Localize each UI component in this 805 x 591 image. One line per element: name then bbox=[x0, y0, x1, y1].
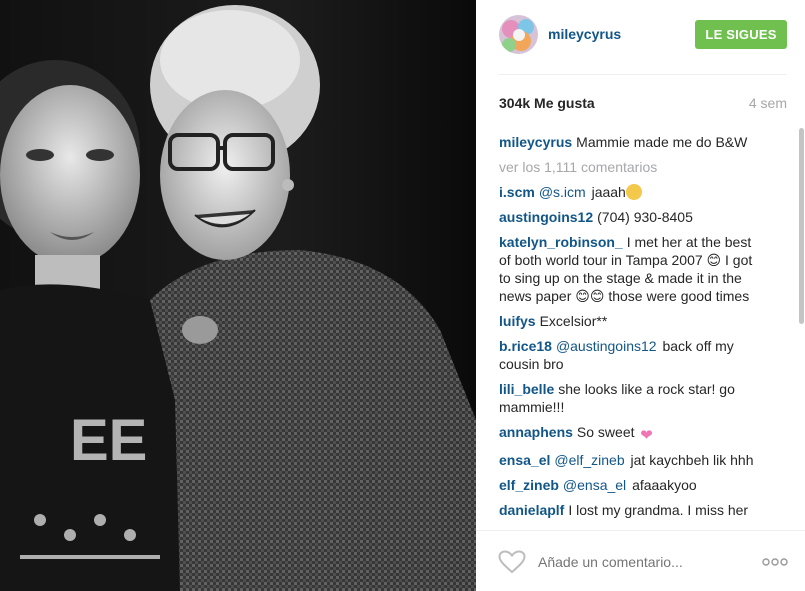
comment-mention[interactable]: @s.icm bbox=[539, 184, 586, 200]
post-header: mileycyrus LE SIGUES bbox=[499, 15, 787, 56]
caption: mileycyrus Mammie made me do B&W bbox=[499, 133, 764, 151]
comment-username[interactable]: elf_zineb bbox=[499, 477, 559, 493]
comments-list[interactable]: mileycyrus Mammie made me do B&W ver los … bbox=[499, 133, 764, 530]
divider bbox=[499, 74, 787, 75]
svg-text:EE: EE bbox=[70, 408, 147, 473]
caption-text: Mammie made me do B&W bbox=[576, 134, 748, 150]
list-item: luifys Excelsior** bbox=[499, 312, 764, 330]
comment-username[interactable]: austingoins12 bbox=[499, 209, 593, 225]
comment-username[interactable]: katelyn_robinson_ bbox=[499, 234, 623, 250]
following-button[interactable]: LE SIGUES bbox=[695, 20, 787, 49]
comment-mention[interactable]: @elf_zineb bbox=[554, 452, 624, 468]
comment-text: I lost my grandma. I miss her bbox=[568, 502, 749, 518]
comment-username[interactable]: annaphens bbox=[499, 424, 573, 440]
comment-username[interactable]: lili_belle bbox=[499, 381, 554, 397]
list-item: ensa_el @elf_zineb jat kaychbeh lik hhh bbox=[499, 451, 764, 469]
more-options-icon[interactable] bbox=[762, 558, 788, 566]
comments-scrollbar[interactable] bbox=[799, 128, 804, 324]
black-and-white-selfie-image: EE bbox=[0, 0, 476, 591]
list-item: b.rice18 @austingoins12 back off my cousi… bbox=[499, 337, 764, 373]
list-item: katelyn_robinson_ I met her at the best o… bbox=[499, 233, 764, 305]
post-photo: EE bbox=[0, 0, 476, 591]
heart-outline-icon[interactable] bbox=[498, 550, 526, 574]
comment-text: Excelsior** bbox=[539, 313, 608, 329]
comment-text: afaaakyoo bbox=[632, 477, 697, 493]
list-item: i.scm @s.icm jaaah bbox=[499, 183, 764, 201]
list-item: annaphens So sweet ❤ bbox=[499, 423, 764, 444]
comment-mention[interactable]: @austingoins12 bbox=[556, 338, 657, 354]
list-item: danielaplf I lost my grandma. I miss her bbox=[499, 501, 764, 519]
comment-text: (704) 930-8405 bbox=[597, 209, 693, 225]
comment-username[interactable]: luifys bbox=[499, 313, 536, 329]
list-item: lili_belle she looks like a rock star! go… bbox=[499, 380, 764, 416]
post-sidebar: mileycyrus LE SIGUES 304k Me gusta 4 sem… bbox=[476, 0, 805, 591]
avatar[interactable] bbox=[499, 15, 538, 54]
comment-text: jaaah bbox=[591, 184, 626, 200]
add-comment-input[interactable] bbox=[538, 554, 748, 570]
comment-text: jat kaychbeh lik hhh bbox=[630, 452, 754, 468]
likes-count[interactable]: 304k Me gusta bbox=[499, 95, 595, 111]
neutral-face-emoji-icon bbox=[625, 184, 642, 200]
profile-picture-icon bbox=[499, 15, 538, 54]
post-stats: 304k Me gusta 4 sem bbox=[499, 95, 787, 113]
list-item: elf_zineb @ensa_el afaaakyoo bbox=[499, 476, 764, 494]
post-age[interactable]: 4 sem bbox=[749, 95, 787, 111]
comment-username[interactable]: ensa_el bbox=[499, 452, 550, 468]
list-item: austingoins12 (704) 930-8405 bbox=[499, 208, 764, 226]
comment-mention[interactable]: @ensa_el bbox=[563, 477, 626, 493]
comment-username[interactable]: b.rice18 bbox=[499, 338, 552, 354]
sparkling-heart-emoji-icon: ❤ bbox=[640, 427, 653, 444]
view-all-comments-link[interactable]: ver los 1,111 comentarios bbox=[499, 158, 764, 176]
post-username[interactable]: mileycyrus bbox=[548, 26, 621, 42]
comment-text: So sweet bbox=[576, 424, 635, 440]
comment-username[interactable]: i.scm bbox=[499, 184, 535, 200]
caption-username[interactable]: mileycyrus bbox=[499, 134, 572, 150]
comment-username[interactable]: danielaplf bbox=[499, 502, 564, 518]
comment-footer bbox=[476, 530, 805, 591]
